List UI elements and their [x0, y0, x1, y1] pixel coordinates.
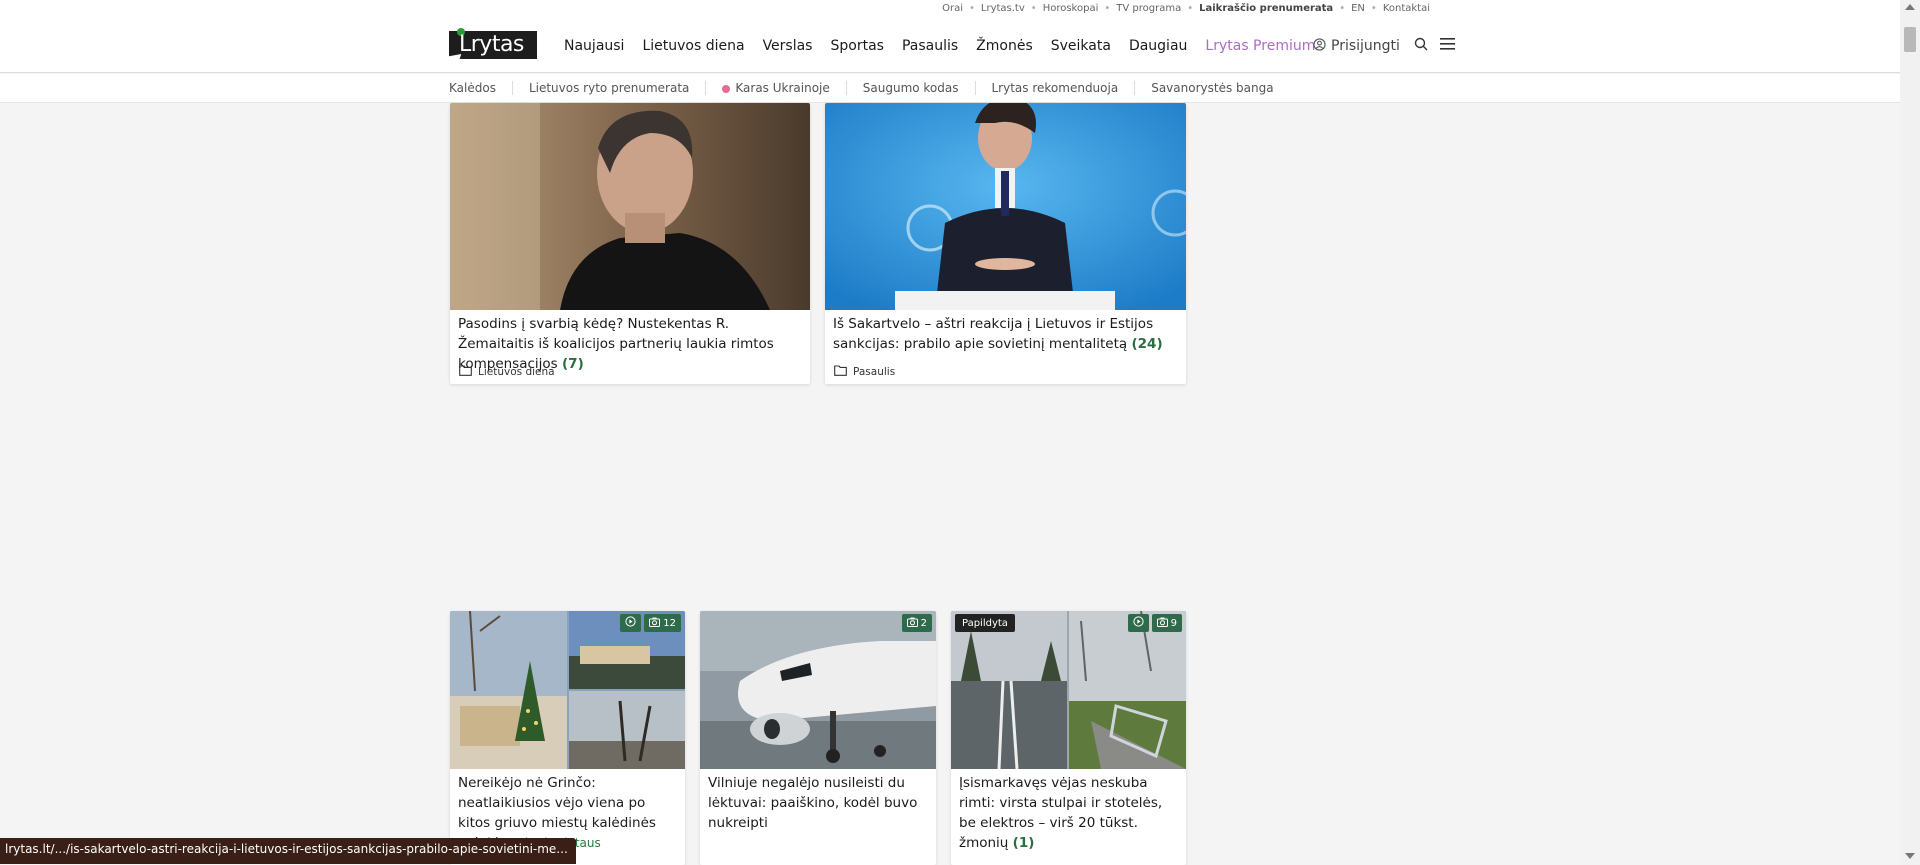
login-button[interactable]: Prisijungti: [1331, 38, 1400, 54]
article-title-text: Pasodins į svarbią kėdę? Nustekentas R. …: [458, 316, 774, 372]
article-card[interactable]: 12 Nereikėjo nė Grinčo: neatlaikiusios v…: [450, 611, 685, 865]
photo-count-badge: 12: [644, 614, 681, 632]
topics-list: Kalėdos Lietuvos ryto prenumerata Karas …: [449, 81, 1290, 95]
topics-bar: Kalėdos Lietuvos ryto prenumerata Karas …: [0, 74, 1900, 103]
photo-count-badge: 2: [901, 614, 932, 632]
article-title-text: Įsismarkavęs vėjas neskuba rimti: virsta…: [959, 775, 1163, 851]
article-category[interactable]: Pasaulis: [834, 365, 895, 379]
topic-subscription[interactable]: Lietuvos ryto prenumerata: [511, 81, 705, 95]
folder-icon: [459, 365, 472, 379]
nav-item-sveikata[interactable]: Sveikata: [1051, 38, 1111, 54]
article-category[interactable]: Lietuvos diena: [459, 365, 555, 379]
nav-item-premium[interactable]: Lrytas Premium: [1205, 38, 1315, 54]
top-utility-bar: Orai • Lrytas.tv • Horoskopai • TV programa…: [0, 0, 1900, 20]
top-link-horoscopes[interactable]: Horoskopai: [1043, 3, 1099, 14]
play-icon: [1133, 616, 1144, 630]
photo-count: 2: [920, 617, 927, 629]
scroll-thumb[interactable]: [1904, 27, 1916, 52]
article-image[interactable]: 2: [700, 611, 936, 769]
separator: •: [1187, 3, 1194, 14]
comment-count: (1): [1012, 835, 1035, 851]
scroll-down-arrow-icon[interactable]: [1905, 853, 1915, 859]
top-link-weather[interactable]: Orai: [942, 3, 963, 14]
article-title-text: Vilniuje negalėjo nusileisti du lėktuvai…: [708, 775, 918, 831]
article-image-collage[interactable]: 12: [450, 611, 685, 769]
comment-count: (24): [1131, 336, 1163, 352]
article-image-collage[interactable]: Papildyta 9: [951, 611, 1186, 770]
comment-count: (7): [562, 356, 584, 372]
user-icon: [1313, 37, 1326, 55]
top-link-tv-program[interactable]: TV programa: [1116, 3, 1181, 14]
nav-item-sportas[interactable]: Sportas: [830, 38, 883, 54]
article-card[interactable]: Pasodins į svarbią kėdę? Nustekentas R. …: [450, 103, 810, 384]
separator: •: [1030, 3, 1037, 14]
media-badges: 2: [901, 614, 932, 632]
top-link-subscription[interactable]: Laikraščio prenumerata: [1199, 3, 1333, 14]
category-label: Pasaulis: [853, 366, 896, 378]
topic-label: Karas Ukrainoje: [735, 81, 830, 95]
top-link-en[interactable]: EN: [1351, 3, 1365, 14]
main-header: Lrytas Naujausi Lietuvos diena Verslas S…: [0, 20, 1900, 73]
topic-war-ukraine[interactable]: Karas Ukrainoje: [705, 81, 845, 95]
article-image[interactable]: [450, 103, 810, 310]
article-title[interactable]: Iš Sakartvelo – aštri reakcija į Lietuvo…: [833, 314, 1178, 354]
link-status-bar: lrytas.lt/.../is-sakartvelo-astri-reakci…: [0, 838, 576, 864]
separator: •: [1104, 3, 1111, 14]
category-label: Lietuvos diena: [478, 366, 555, 378]
article-card[interactable]: 2 Vilniuje negalėjo nusileisti du lėktuv…: [700, 611, 936, 865]
topic-recommends[interactable]: Lrytas rekomenduoja: [974, 81, 1135, 95]
photo-count: 9: [1170, 617, 1177, 629]
nav-item-daugiau[interactable]: Daugiau: [1129, 38, 1187, 54]
article-image[interactable]: [825, 103, 1186, 310]
article-title[interactable]: Vilniuje negalėjo nusileisti du lėktuvai…: [708, 773, 928, 833]
main-nav: Naujausi Lietuvos diena Verslas Sportas …: [564, 38, 1333, 54]
article-card[interactable]: Iš Sakartvelo – aštri reakcija į Lietuvo…: [825, 103, 1186, 384]
search-icon[interactable]: [1414, 37, 1428, 55]
live-dot-icon: [722, 85, 731, 93]
site-logo[interactable]: Lrytas: [449, 28, 537, 62]
video-badge: [1127, 614, 1149, 632]
nav-item-zmones[interactable]: Žmonės: [976, 38, 1033, 54]
photo-count-badge: 9: [1151, 614, 1182, 632]
topic-kaledos[interactable]: Kalėdos: [449, 81, 512, 95]
vertical-scrollbar[interactable]: [1900, 0, 1920, 865]
article-card[interactable]: Papildyta 9 Įsismarkavęs vėjas neskuba r…: [951, 611, 1186, 865]
camera-icon: [906, 617, 918, 630]
top-link-contacts[interactable]: Kontaktai: [1383, 3, 1430, 14]
topic-security-code[interactable]: Saugumo kodas: [845, 81, 975, 95]
menu-icon[interactable]: [1439, 38, 1455, 54]
media-badges: 12: [620, 614, 681, 632]
updated-tag: Papildyta: [955, 614, 1015, 632]
camera-icon: [649, 617, 661, 630]
nav-item-naujausi[interactable]: Naujausi: [564, 38, 624, 54]
camera-icon: [1156, 617, 1168, 630]
folder-icon: [834, 365, 847, 379]
header-actions: Prisijungti: [1313, 37, 1455, 55]
scroll-up-arrow-icon[interactable]: [1905, 4, 1915, 10]
nav-item-lietuvos-diena[interactable]: Lietuvos diena: [642, 38, 744, 54]
separator: •: [1339, 3, 1346, 14]
separator: •: [968, 3, 975, 14]
article-title[interactable]: Įsismarkavęs vėjas neskuba rimti: virsta…: [959, 773, 1178, 853]
nav-item-verslas[interactable]: Verslas: [763, 38, 813, 54]
logo-text: Lrytas: [459, 32, 524, 57]
topic-volunteer[interactable]: Savanorystės banga: [1134, 81, 1289, 95]
video-badge: [620, 614, 642, 632]
photo-count: 12: [663, 617, 676, 629]
play-icon: [625, 616, 636, 630]
top-link-lrytas-tv[interactable]: Lrytas.tv: [981, 3, 1025, 14]
separator: •: [1370, 3, 1377, 14]
media-badges: 9: [1127, 614, 1182, 632]
article-title-text: Iš Sakartvelo – aštri reakcija į Lietuvo…: [833, 316, 1154, 352]
top-links: Orai • Lrytas.tv • Horoskopai • TV programa…: [942, 3, 1430, 14]
nav-item-pasaulis[interactable]: Pasaulis: [902, 38, 958, 54]
